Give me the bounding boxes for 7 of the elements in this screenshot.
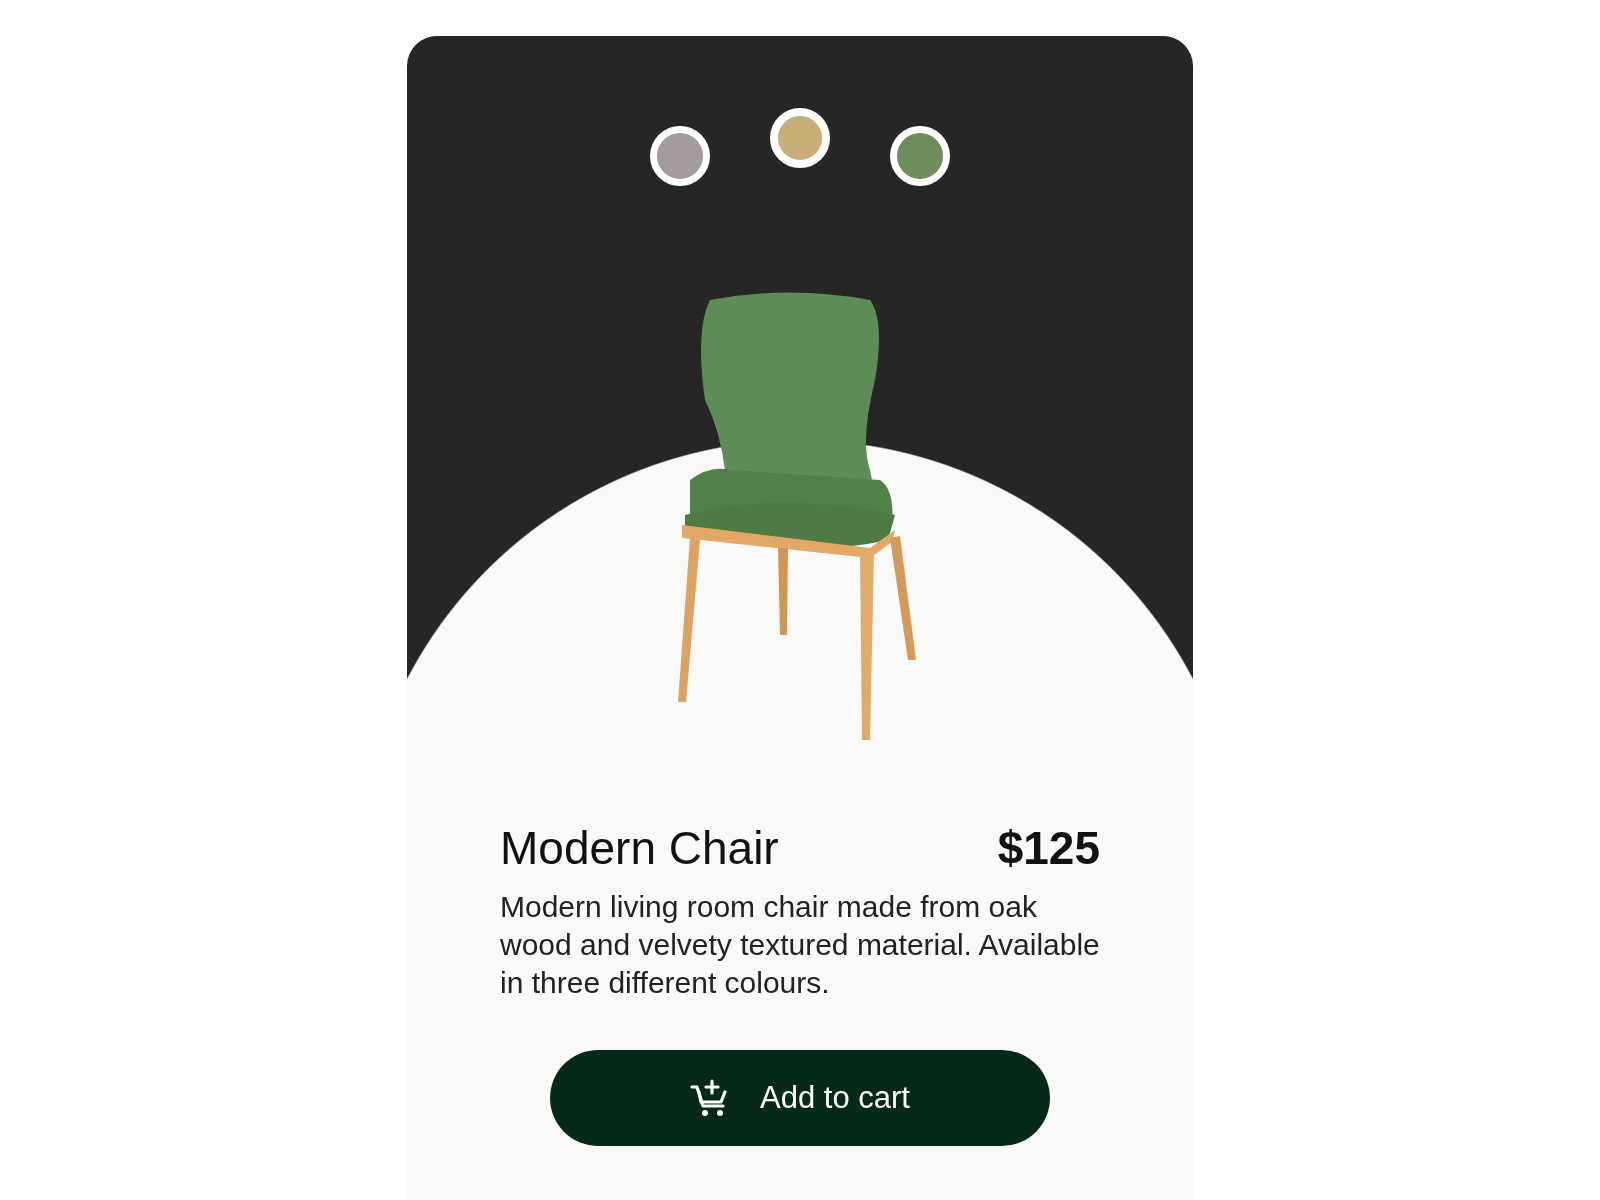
color-swatch[interactable] (890, 126, 950, 186)
product-description: Modern living room chair made from oak wood and velvety textured material. Available in three different colours. (500, 889, 1100, 1001)
add-to-cart-button[interactable]: Add to cart (550, 1050, 1050, 1146)
color-swatch[interactable] (650, 126, 710, 186)
product-price: $125 (997, 821, 1100, 876)
color-swatch[interactable] (770, 108, 830, 168)
product-name: Modern Chair (500, 821, 779, 876)
